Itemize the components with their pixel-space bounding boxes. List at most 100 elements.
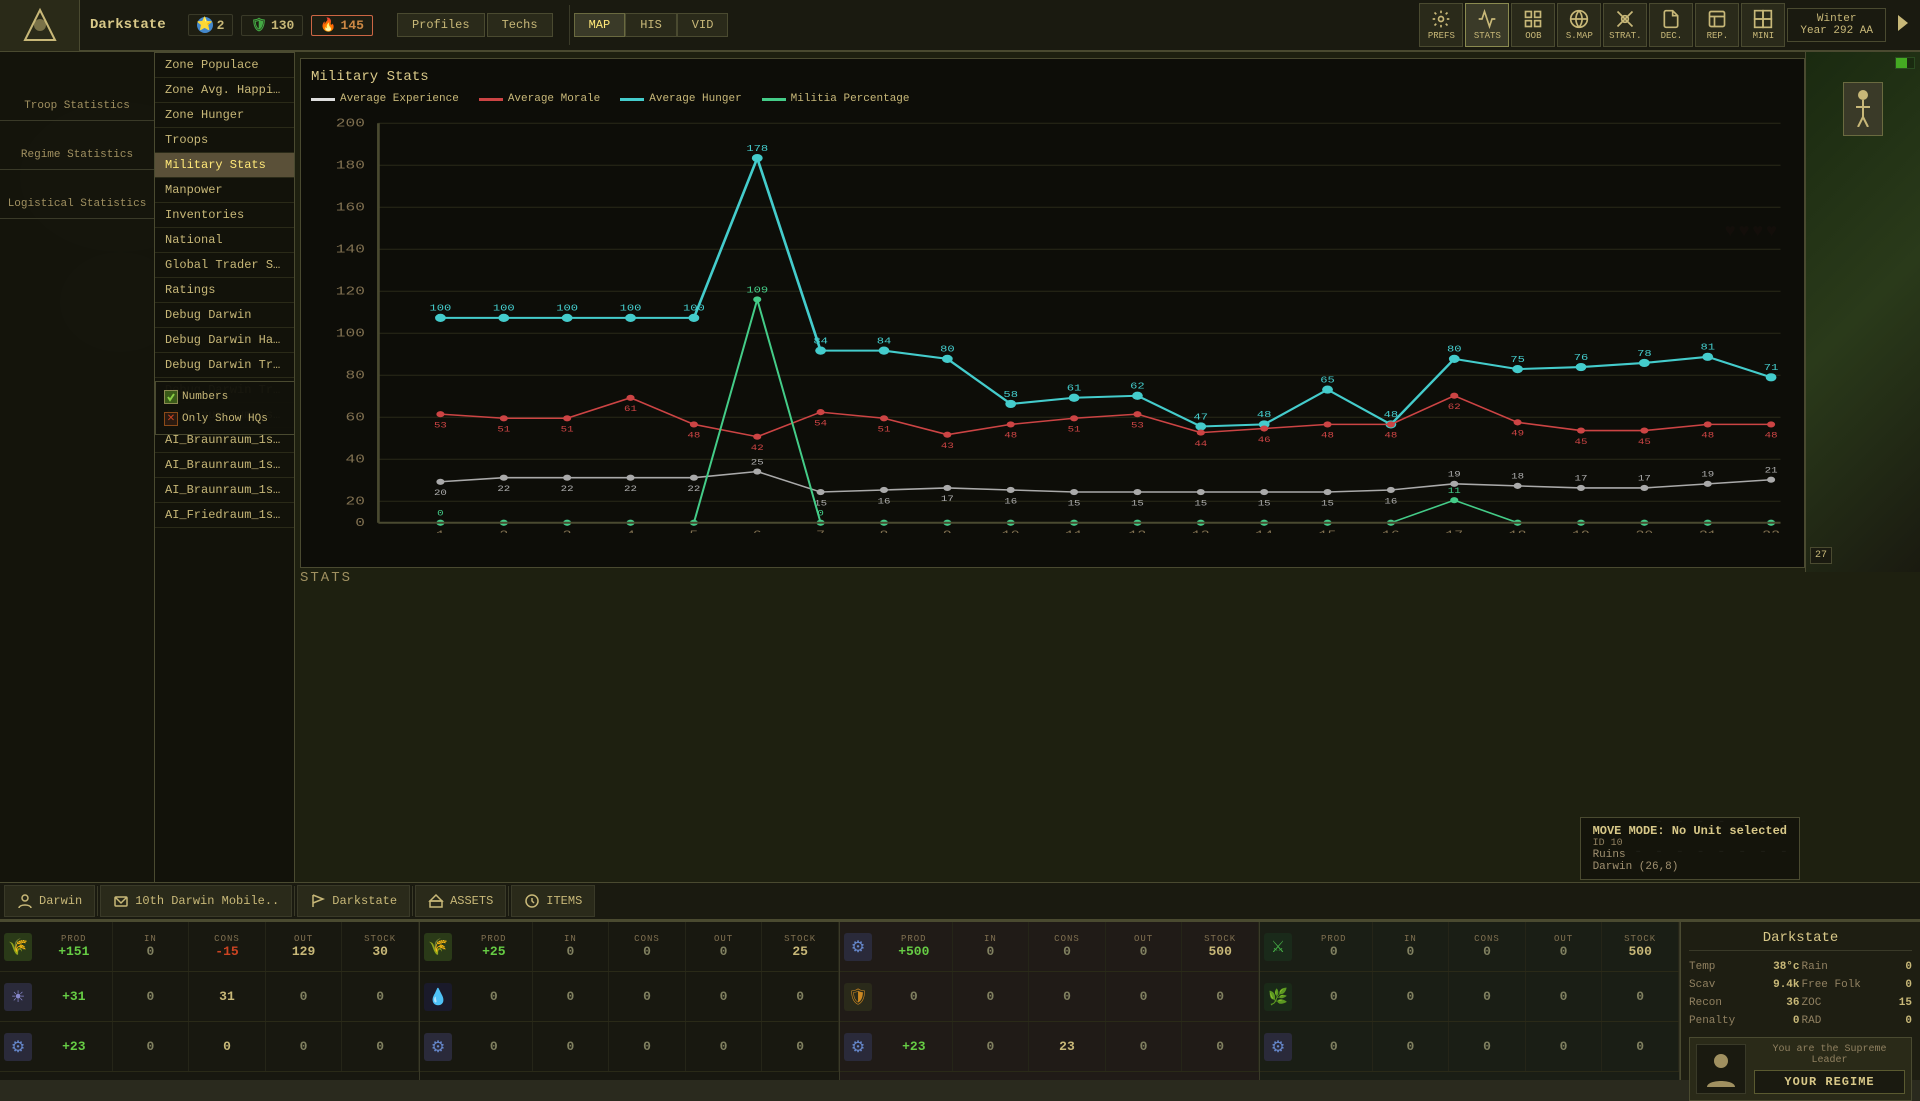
stats-icon: [1477, 9, 1497, 29]
stats-button[interactable]: STATS: [1465, 3, 1509, 47]
prod-label-3: PROD: [901, 934, 927, 944]
res-out-1b: 0: [266, 972, 343, 1021]
menu-zone-populace[interactable]: Zone Populace: [155, 53, 294, 78]
tab-techs[interactable]: Techs: [487, 13, 553, 37]
tab-profiles[interactable]: Profiles: [397, 13, 485, 37]
svg-text:15: 15: [1258, 498, 1271, 507]
status-state[interactable]: Darkstate: [297, 885, 410, 917]
coords-text: Darwin (26,8): [1593, 861, 1787, 873]
sidebar-logistical-stats[interactable]: Logistical Statistics: [0, 190, 154, 219]
shield-icon-3b: 🛡: [844, 983, 872, 1011]
dec-icon: [1661, 9, 1681, 29]
out-val-1c: 0: [300, 1039, 308, 1054]
out-val-3: 0: [1140, 944, 1148, 959]
rain-row: Rain 0: [1802, 959, 1913, 975]
checkbox-numbers[interactable]: Numbers: [164, 390, 228, 404]
dec-button[interactable]: DEC.: [1649, 3, 1693, 47]
menu-zone-happiness[interactable]: Zone Avg. Happiness: [155, 78, 294, 103]
tab-map[interactable]: MAP: [574, 13, 626, 37]
res-prod-3b: 0: [876, 972, 953, 1021]
status-darwin[interactable]: Darwin: [4, 885, 95, 917]
sidebar-regime-stats[interactable]: Regime Statistics: [0, 141, 154, 170]
gear-icon-3c: ⚙: [844, 1033, 872, 1061]
menu-ai-braunraum-4[interactable]: AI_Braunraum_1st SHO: [155, 478, 294, 503]
status-items[interactable]: ITEMS: [511, 885, 595, 917]
svg-text:19: 19: [1448, 470, 1461, 479]
menu-debug-darwin-happy[interactable]: Debug Darwin Happy: [155, 328, 294, 353]
resource-bar: ⭐ 2 🛡 130 🔥 145: [176, 0, 385, 50]
resource-group-4: ⚔ PROD 0 IN 0 CONS 0 OUT 0: [1260, 922, 1680, 1080]
checkbox-only-hqs[interactable]: ✕ Only Show HQs: [164, 412, 268, 426]
move-mode-id: ID 10: [1593, 838, 1787, 849]
expand-button[interactable]: [1888, 11, 1912, 39]
sidebar-troop-stats[interactable]: Troop Statistics: [0, 92, 154, 121]
res-in-4: IN 0: [1373, 922, 1450, 971]
id-label: ID: [1593, 838, 1605, 849]
rep-button[interactable]: REP.: [1695, 3, 1739, 47]
menu-military-stats[interactable]: Military Stats: [155, 153, 294, 178]
legend-avg-exp: Average Experience: [311, 93, 459, 105]
svg-text:48: 48: [1257, 410, 1272, 420]
res-in-1b: 0: [113, 972, 190, 1021]
unit-text: 10th Darwin Mobile..: [135, 894, 279, 908]
svg-text:180: 180: [336, 159, 365, 173]
svg-text:0: 0: [437, 509, 444, 518]
svg-text:80: 80: [346, 369, 365, 383]
in-val-1c: 0: [146, 1039, 154, 1054]
game-title: Darkstate: [80, 17, 176, 33]
menu-debug-darwin-trade[interactable]: Debug Darwin Trade: [155, 353, 294, 378]
temp-label: Temp: [1689, 961, 1715, 973]
res-out-3b: 0: [1106, 972, 1183, 1021]
res-icon-gear-3: ⚙: [840, 931, 876, 963]
menu-national[interactable]: National: [155, 228, 294, 253]
svg-text:51: 51: [1068, 425, 1081, 434]
menu-ai-friedraum[interactable]: AI_Friedraum_1st SHQ: [155, 503, 294, 528]
regime-box: You are the Supreme Leader YOUR REGIME: [1689, 1037, 1912, 1101]
stock-label-2: STOCK: [784, 934, 816, 944]
menu-zone-hunger[interactable]: Zone Hunger: [155, 103, 294, 128]
menu-ratings[interactable]: Ratings: [155, 278, 294, 303]
menu-troops[interactable]: Troops: [155, 128, 294, 153]
prefs-button[interactable]: PREFS: [1419, 3, 1463, 47]
rep-icon: [1707, 9, 1727, 29]
season-display: Winter Year 292 AA: [1787, 8, 1886, 42]
res-stock-4: STOCK 500: [1602, 922, 1679, 971]
tab-his[interactable]: HIS: [625, 13, 677, 37]
svg-text:1: 1: [436, 529, 445, 533]
resource-3-value: 145: [341, 18, 364, 33]
tab-vid[interactable]: VID: [677, 13, 729, 37]
in-label-2: IN: [564, 934, 577, 944]
status-assets[interactable]: ASSETS: [415, 885, 506, 917]
smap-button[interactable]: S.MAP: [1557, 3, 1601, 47]
res-cons-2: CONS 0: [609, 922, 686, 971]
res-icon-3b: 🛡: [840, 981, 876, 1013]
menu-inventories[interactable]: Inventories: [155, 203, 294, 228]
legend-hunger-label: Average Hunger: [649, 93, 741, 105]
svg-text:62: 62: [1448, 402, 1461, 411]
menu-ai-braunraum-3[interactable]: AI_Braunraum_1st SHO: [155, 453, 294, 478]
strat-button[interactable]: STRAT.: [1603, 3, 1647, 47]
menu-manpower[interactable]: Manpower: [155, 178, 294, 203]
oob-button[interactable]: OOB: [1511, 3, 1555, 47]
res-stock-1b: 0: [342, 972, 419, 1021]
resource-row-3-top: ⚙ PROD +500 IN 0 CONS 0 OUT 0: [840, 922, 1259, 972]
svg-text:48: 48: [1384, 431, 1397, 440]
menu-debug-darwin[interactable]: Debug Darwin: [155, 303, 294, 328]
menu-panel: Zone Populace Zone Avg. Happiness Zone H…: [155, 52, 295, 980]
svg-text:0: 0: [817, 509, 824, 518]
troop-stats-label: Troop Statistics: [4, 100, 150, 112]
mini-map[interactable]: 27: [1805, 52, 1920, 572]
status-unit[interactable]: 10th Darwin Mobile..: [100, 885, 292, 917]
svg-text:19: 19: [1572, 529, 1590, 533]
checkbox-numbers-box[interactable]: [164, 390, 178, 404]
svg-text:58: 58: [1003, 390, 1018, 400]
res-icon-4: ⚔: [1260, 931, 1296, 963]
logo-area: [0, 0, 80, 51]
menu-global-trader[interactable]: Global Trader Stats: [155, 253, 294, 278]
scav-label: Scav: [1689, 979, 1715, 991]
resource-1-value: 2: [217, 18, 225, 33]
mini-button[interactable]: MINI: [1741, 3, 1785, 47]
checkbox-hqs-box[interactable]: ✕: [164, 412, 178, 426]
person-icon: [17, 893, 33, 909]
svg-text:18: 18: [1511, 472, 1524, 481]
